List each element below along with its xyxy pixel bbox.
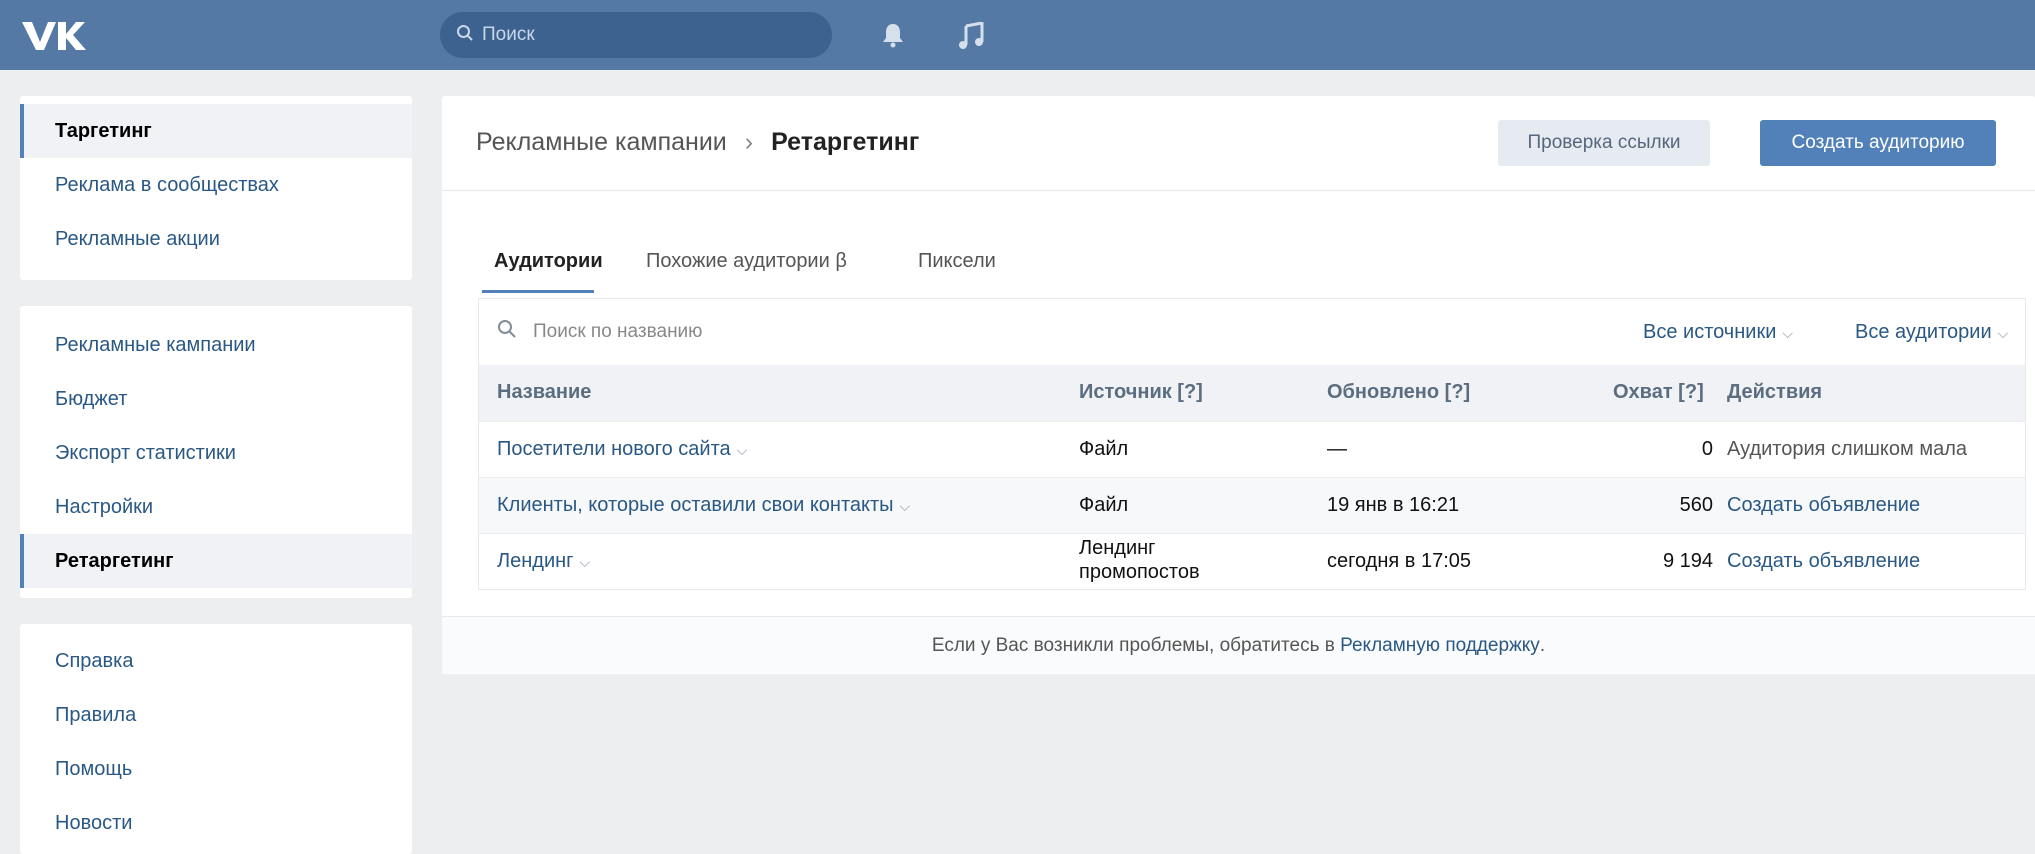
breadcrumb-parent[interactable]: Рекламные кампании <box>476 128 727 157</box>
breadcrumb-separator-icon: › <box>744 128 754 156</box>
bell-icon[interactable] <box>882 22 904 53</box>
page-header: Рекламные кампании › Ретаргетинг Проверк… <box>442 96 2035 191</box>
updated-cell: 19 янв в 16:21 <box>1327 494 1460 516</box>
sidebar-item-label: Бюджет <box>55 387 128 410</box>
sidebar-item-label: Экспорт статистики <box>55 441 236 464</box>
table-header: Название Источник [?] Обновлено [?] Охва… <box>479 365 2025 421</box>
sidebar-group-help: Справка Правила Помощь Новости <box>20 624 412 854</box>
support-note: Если у Вас возникли проблемы, обратитесь… <box>442 616 2035 674</box>
dropdown-label: Все аудитории <box>1855 321 1992 343</box>
search-placeholder: Поиск <box>482 24 535 45</box>
table-search-input[interactable]: Поиск по названию <box>497 319 702 344</box>
source-line: промопостов <box>1079 561 1200 583</box>
tab-lookalike-audiences[interactable]: Похожие аудитории β <box>646 250 847 273</box>
column-source[interactable]: Источник [?] <box>1079 381 1203 404</box>
audience-name-link[interactable]: Клиенты, которые оставили свои контакты ⌵ <box>497 494 910 517</box>
create-ad-link[interactable]: Создать объявление <box>1727 494 1920 517</box>
active-tab-indicator <box>482 290 594 293</box>
table-row: Посетители нового сайта ⌵ Файл — 0 Аудито… <box>479 421 2025 477</box>
sidebar-item-news[interactable]: Новости <box>20 796 412 850</box>
table-search-placeholder: Поиск по названию <box>533 320 703 342</box>
sidebar-item-promotions[interactable]: Рекламные акции <box>20 212 412 266</box>
sidebar-item-community-ads[interactable]: Реклама в сообществах <box>20 158 412 212</box>
sidebar-item-label: Реклама в сообществах <box>55 173 279 196</box>
column-reach[interactable]: Охват [?] <box>1613 381 1704 404</box>
source-cell: Файл <box>1079 438 1129 460</box>
music-note-icon[interactable] <box>958 21 984 55</box>
sidebar-item-label: Рекламные акции <box>55 227 220 250</box>
reach-cell: 560 <box>1679 494 1713 516</box>
audience-name: Клиенты, которые оставили свои контакты <box>497 494 894 516</box>
audiences-table: Поиск по названию Все источники ⌵ Все ауд… <box>478 298 2026 590</box>
sidebar-group-targeting: Таргетинг Реклама в сообществах Рекламны… <box>20 96 412 280</box>
top-header: Поиск <box>0 0 2035 70</box>
chevron-down-icon: ⌵ <box>1782 325 1793 341</box>
sidebar-item-label: Настройки <box>55 495 154 518</box>
vk-logo-icon[interactable] <box>18 14 88 56</box>
sidebar-item-label: Справка <box>55 649 134 672</box>
audience-name: Посетители нового сайта <box>497 438 731 460</box>
sidebar-item-label: Рекламные кампании <box>55 333 256 356</box>
sidebar-item-retargeting[interactable]: Ретаргетинг <box>20 534 412 588</box>
reach-cell: 0 <box>1701 438 1713 460</box>
dropdown-label: Все источники <box>1643 321 1777 343</box>
audience-name-link[interactable]: Посетители нового сайта ⌵ <box>497 438 747 461</box>
audiences-filter-dropdown[interactable]: Все аудитории ⌵ <box>1855 321 2008 344</box>
audience-name-link[interactable]: Лендинг ⌵ <box>497 550 590 573</box>
sidebar-item-ad-campaigns[interactable]: Рекламные кампании <box>20 318 412 372</box>
table-row: Лендинг ⌵ Лендинг промопостов сегодня в 1… <box>479 533 2025 589</box>
chevron-down-icon: ⌵ <box>579 554 591 570</box>
source-line: Лендинг <box>1079 537 1156 559</box>
page-title: Ретаргетинг <box>771 128 920 156</box>
create-audience-button[interactable]: Создать аудиторию <box>1760 120 1996 166</box>
sidebar-item-label: Помощь <box>55 757 133 780</box>
sidebar-group-campaigns: Рекламные кампании Бюджет Экспорт статис… <box>20 306 412 598</box>
sidebar-item-help[interactable]: Помощь <box>20 742 412 796</box>
sidebar-item-settings[interactable]: Настройки <box>20 480 412 534</box>
column-updated[interactable]: Обновлено [?] <box>1327 381 1470 404</box>
check-link-button[interactable]: Проверка ссылки <box>1498 120 1710 166</box>
reach-cell: 9 194 <box>1662 550 1713 572</box>
audience-name: Лендинг <box>497 550 574 572</box>
sidebar-item-reference[interactable]: Справка <box>20 634 412 688</box>
sidebar-item-label: Таргетинг <box>55 119 152 142</box>
source-cell: Файл <box>1079 494 1129 516</box>
column-name[interactable]: Название <box>497 381 591 404</box>
chevron-down-icon: ⌵ <box>1997 325 2009 341</box>
action-status: Аудитория слишком мала <box>1727 438 1967 460</box>
header-search[interactable]: Поиск <box>440 12 832 58</box>
source-cell: Лендинг промопостов <box>1079 536 1200 584</box>
sidebar-item-export-stats[interactable]: Экспорт статистики <box>20 426 412 480</box>
updated-cell: сегодня в 17:05 <box>1327 550 1471 572</box>
search-icon <box>497 319 517 344</box>
tab-audiences[interactable]: Аудитории <box>494 250 603 273</box>
sidebar-item-budget[interactable]: Бюджет <box>20 372 412 426</box>
support-note-end: . <box>1539 634 1546 656</box>
sources-filter-dropdown[interactable]: Все источники ⌵ <box>1643 321 1793 344</box>
main-panel: Рекламные кампании › Ретаргетинг Проверк… <box>442 96 2035 674</box>
sidebar-item-label: Новости <box>55 811 133 834</box>
tab-pixels[interactable]: Пиксели <box>918 250 996 273</box>
chevron-down-icon: ⌵ <box>899 498 911 514</box>
search-icon <box>456 24 474 47</box>
updated-cell: — <box>1327 438 1347 460</box>
create-ad-link[interactable]: Создать объявление <box>1727 550 1920 573</box>
sidebar-item-label: Ретаргетинг <box>55 549 174 572</box>
sidebar-item-targeting[interactable]: Таргетинг <box>20 104 412 158</box>
table-filter-bar: Поиск по названию Все источники ⌵ Все ауд… <box>479 299 2025 365</box>
table-row: Клиенты, которые оставили свои контакты ⌵… <box>479 477 2025 533</box>
chevron-down-icon: ⌵ <box>736 442 748 458</box>
support-note-text: Если у Вас возникли проблемы, обратитесь… <box>931 634 1335 656</box>
breadcrumb: Рекламные кампании › Ретаргетинг <box>476 128 919 157</box>
sidebar-item-rules[interactable]: Правила <box>20 688 412 742</box>
sidebar-item-label: Правила <box>55 703 137 726</box>
column-actions: Действия <box>1727 381 1823 403</box>
support-link[interactable]: Рекламную поддержку <box>1340 635 1540 657</box>
